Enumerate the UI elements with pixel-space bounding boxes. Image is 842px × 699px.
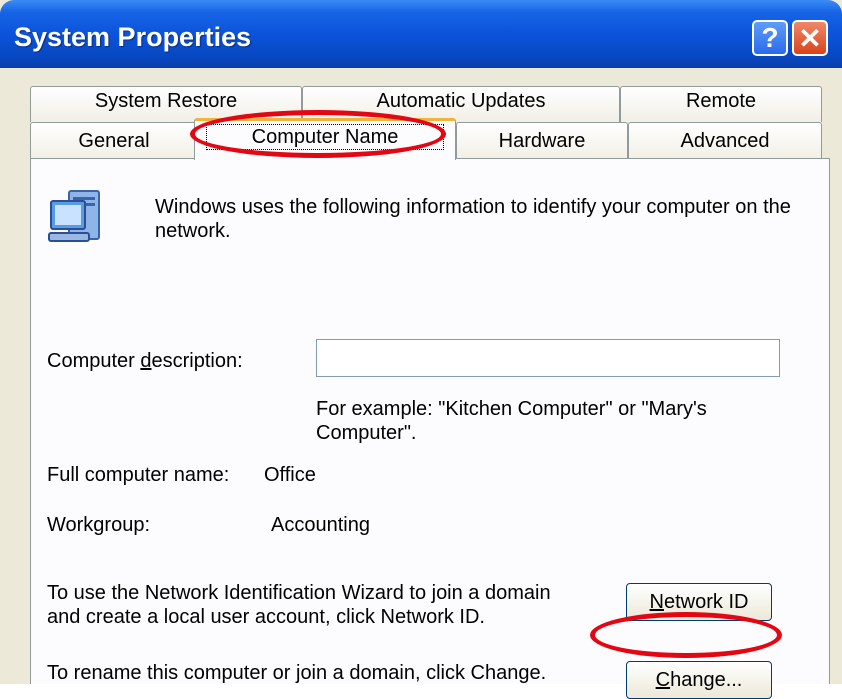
help-button[interactable]: ? <box>752 20 788 56</box>
computer-network-icon <box>47 185 111 249</box>
computer-description-label: Computer description: <box>47 350 243 372</box>
workgroup-value: Accounting <box>271 514 370 536</box>
tab-label: General <box>78 130 150 152</box>
annotation-circle-change <box>590 612 782 658</box>
title-bar[interactable]: System Properties ? ✕ <box>0 0 842 68</box>
tab-general[interactable]: General <box>30 122 198 160</box>
tab-advanced[interactable]: Advanced <box>628 122 822 160</box>
workgroup-label: Workgroup: <box>47 514 151 536</box>
description-example-text: For example: "Kitchen Computer" or "Mary… <box>316 398 707 444</box>
tab-remote[interactable]: Remote <box>620 86 822 122</box>
rename-description: To rename this computer or join a domain… <box>47 662 547 684</box>
tab-label: Remote <box>685 90 757 112</box>
system-properties-window: System Properties ? ✕ System Restore Aut… <box>0 0 842 699</box>
intro-text: Windows uses the following information t… <box>155 196 791 242</box>
annotation-circle-computer-name <box>190 110 446 158</box>
network-id-description: To use the Network Identification Wizard… <box>47 582 551 628</box>
full-computer-name-value: Office <box>264 464 316 486</box>
dialog-client-area: System Restore Automatic Updates Remote … <box>10 68 840 699</box>
tab-panel-computer-name: Windows uses the following information t… <box>30 158 830 699</box>
computer-description-input[interactable] <box>316 339 780 377</box>
tab-hardware[interactable]: Hardware <box>456 122 628 160</box>
close-button[interactable]: ✕ <box>792 20 828 56</box>
change-button[interactable]: Change... <box>626 661 772 699</box>
full-computer-name-label: Full computer name: <box>47 464 230 486</box>
window-title: System Properties <box>14 22 252 52</box>
tab-label: Hardware <box>498 130 586 152</box>
tab-label: Advanced <box>680 130 770 152</box>
tab-label: System Restore <box>94 90 238 112</box>
